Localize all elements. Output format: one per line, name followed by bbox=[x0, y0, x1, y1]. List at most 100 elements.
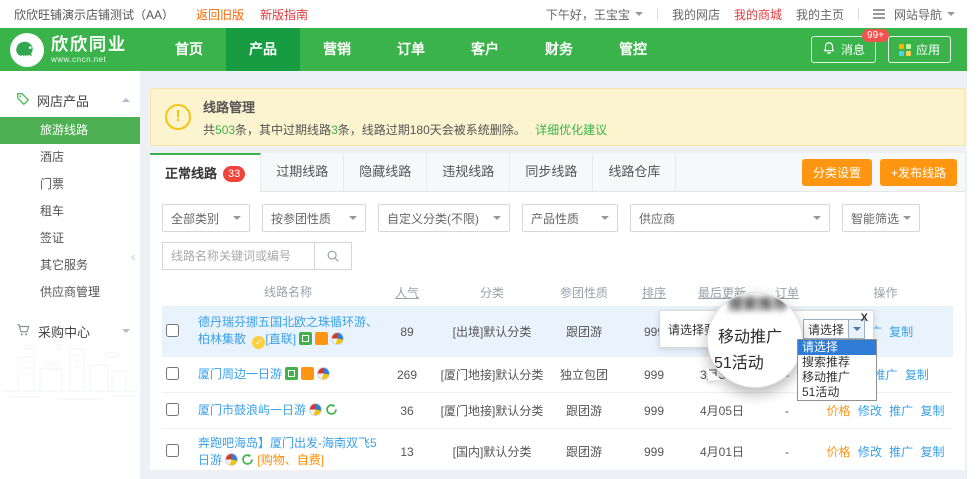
filter-all-categories[interactable]: 全部类别 bbox=[162, 204, 250, 232]
apps-grid-icon bbox=[899, 44, 911, 56]
search-icon bbox=[326, 249, 340, 263]
nature-value: 跟团游 bbox=[548, 323, 620, 340]
row-checkbox[interactable] bbox=[166, 367, 179, 380]
header-sort-order[interactable]: 排序 bbox=[620, 284, 688, 301]
tab-label: 线路仓库 bbox=[608, 153, 660, 191]
nav-item-customers[interactable]: 客户 bbox=[448, 28, 522, 71]
scrollbar-strip[interactable] bbox=[967, 28, 977, 479]
messages-button[interactable]: 消息 99+ bbox=[811, 36, 876, 63]
sidebar-item-other-services[interactable]: 其它服务 bbox=[0, 252, 140, 279]
sidebar-item-travel-routes[interactable]: 旅游线路 bbox=[0, 117, 140, 144]
nav-item-control[interactable]: 管控 bbox=[596, 28, 670, 71]
sidebar-item-car-rental[interactable]: 租车 bbox=[0, 198, 140, 225]
promote-link[interactable]: 推广 bbox=[873, 368, 897, 382]
greeting-text: 下午好，王宝宝 bbox=[546, 6, 630, 23]
tab-hidden-routes[interactable]: 隐藏线路 bbox=[344, 153, 427, 191]
sync-icon bbox=[241, 453, 254, 466]
copy-link[interactable]: 复制 bbox=[905, 368, 929, 382]
row-checkbox[interactable] bbox=[166, 403, 179, 416]
tab-sync-routes[interactable]: 同步线路 bbox=[510, 153, 593, 191]
publish-route-button[interactable]: +发布线路 bbox=[880, 159, 957, 186]
divider bbox=[657, 8, 658, 20]
filter-smart[interactable]: 智能筛选 bbox=[842, 204, 920, 232]
back-to-old-link[interactable]: 返回旧版 bbox=[196, 6, 244, 23]
copy-link[interactable]: 复制 bbox=[921, 404, 945, 418]
tab-expired-routes[interactable]: 过期线路 bbox=[261, 153, 344, 191]
expired-count: 3 bbox=[331, 123, 338, 137]
tab-label: 隐藏线路 bbox=[359, 153, 411, 191]
site-nav-menu[interactable]: 网站导航 bbox=[873, 6, 955, 23]
promo-tag-icon bbox=[301, 367, 314, 380]
header-operations: 操作 bbox=[818, 284, 953, 301]
nav-item-marketing[interactable]: 营销 bbox=[300, 28, 374, 71]
nav-item-products[interactable]: 产品 bbox=[226, 28, 300, 71]
tab-violation-routes[interactable]: 违规线路 bbox=[427, 153, 510, 191]
search-input[interactable] bbox=[162, 242, 314, 270]
tab-strip: 正常线路 33 过期线路 隐藏线路 违规线路 同步线路 线路仓库 分类设置 +发… bbox=[150, 153, 965, 192]
sidebar-collapse-handle[interactable]: ‹ bbox=[131, 249, 135, 264]
popularity-value: 89 bbox=[378, 325, 436, 339]
copy-link[interactable]: 复制 bbox=[921, 445, 945, 459]
tab-normal-routes[interactable]: 正常线路 33 bbox=[150, 153, 261, 192]
route-name-link[interactable]: 厦门周边一日游 bbox=[198, 367, 282, 381]
messages-badge: 99+ bbox=[862, 29, 889, 42]
sidebar-group-label: 网店产品 bbox=[37, 91, 89, 110]
tab-route-warehouse[interactable]: 线路仓库 bbox=[593, 153, 676, 191]
sidebar-item-tickets[interactable]: 门票 bbox=[0, 171, 140, 198]
row-checkbox[interactable] bbox=[166, 324, 179, 337]
new-guide-link[interactable]: 新版指南 bbox=[260, 6, 308, 23]
nav-item-finance[interactable]: 财务 bbox=[522, 28, 596, 71]
header-group-nature: 参团性质 bbox=[548, 284, 620, 301]
copy-link[interactable]: 复制 bbox=[889, 325, 913, 339]
filter-supplier[interactable]: 供应商 bbox=[630, 204, 830, 232]
nav-item-orders[interactable]: 订单 bbox=[374, 28, 448, 71]
shopping-note-label: [购物、自费] bbox=[257, 453, 324, 467]
user-menu[interactable]: 下午好，王宝宝 bbox=[546, 6, 643, 23]
price-link[interactable]: 价格 bbox=[826, 445, 850, 459]
filter-value: 全部类别 bbox=[171, 210, 219, 227]
nav-right: 消息 99+ 应用 bbox=[811, 28, 951, 71]
filter-value: 产品性质 bbox=[531, 210, 579, 227]
dropdown-option-51-activity[interactable]: 51活动 bbox=[798, 385, 876, 400]
nav-item-home[interactable]: 首页 bbox=[152, 28, 226, 71]
filter-product-nature[interactable]: 产品性质 bbox=[522, 204, 618, 232]
my-home-link[interactable]: 我的主页 bbox=[796, 6, 844, 23]
direct-link-label[interactable]: [直联] bbox=[265, 332, 296, 346]
dropdown-option-please-select[interactable]: 请选择 bbox=[798, 340, 876, 355]
chevron-down-icon bbox=[233, 216, 241, 224]
navbar: 欣欣同业 www.cncn.net 首页 产品 营销 订单 客户 财务 管控 消… bbox=[0, 28, 967, 71]
sidebar-group-shop-products[interactable]: 网店产品 bbox=[0, 83, 140, 117]
brand[interactable]: 欣欣同业 www.cncn.net bbox=[10, 28, 127, 71]
category-value: [厦门地接]默认分类 bbox=[436, 366, 548, 383]
chevron-down-icon bbox=[349, 216, 357, 224]
sort-value: 999 bbox=[620, 445, 688, 459]
row-checkbox[interactable] bbox=[166, 444, 179, 457]
apps-button[interactable]: 应用 bbox=[888, 36, 951, 63]
search-button[interactable] bbox=[314, 242, 352, 270]
category-value: [出境]默认分类 bbox=[436, 323, 548, 340]
price-link[interactable]: 价格 bbox=[826, 404, 850, 418]
sidebar-item-supplier-management[interactable]: 供应商管理 bbox=[0, 279, 140, 306]
promote-link[interactable]: 推广 bbox=[889, 404, 913, 418]
dropdown-option-mobile-promotion[interactable]: 移动推广 bbox=[798, 370, 876, 385]
filter-value: 自定义分类(不限) bbox=[387, 210, 479, 227]
optimize-suggestion-link[interactable]: 详细优化建议 bbox=[535, 123, 607, 137]
filter-custom-category[interactable]: 自定义分类(不限) bbox=[378, 204, 510, 232]
my-shop-link[interactable]: 我的网店 bbox=[672, 6, 720, 23]
sidebar-item-hotel[interactable]: 酒店 bbox=[0, 144, 140, 171]
pie-badge-icon bbox=[317, 367, 330, 380]
promote-link[interactable]: 推广 bbox=[889, 445, 913, 459]
edit-link[interactable]: 修改 bbox=[858, 404, 882, 418]
filter-group-nature[interactable]: 按参团性质 bbox=[262, 204, 366, 232]
dropdown-option-search-recommend[interactable]: 搜索推荐 bbox=[798, 355, 876, 370]
sidebar-item-visa[interactable]: 签证 bbox=[0, 225, 140, 252]
promotion-position-select[interactable]: 请选择 bbox=[803, 319, 865, 339]
category-settings-button[interactable]: 分类设置 bbox=[802, 159, 872, 186]
edit-link[interactable]: 修改 bbox=[858, 445, 882, 459]
table-header: 线路名称 人气 分类 参团性质 排序 最后更新 订单 操作 bbox=[162, 278, 953, 306]
route-name-link[interactable]: 厦门市鼓浪屿一日游 bbox=[198, 403, 306, 417]
header-popularity-sort[interactable]: 人气 bbox=[378, 284, 436, 301]
chevron-down-icon bbox=[635, 12, 643, 20]
close-icon[interactable]: X bbox=[861, 312, 868, 324]
my-mall-link[interactable]: 我的商城 bbox=[734, 6, 782, 23]
